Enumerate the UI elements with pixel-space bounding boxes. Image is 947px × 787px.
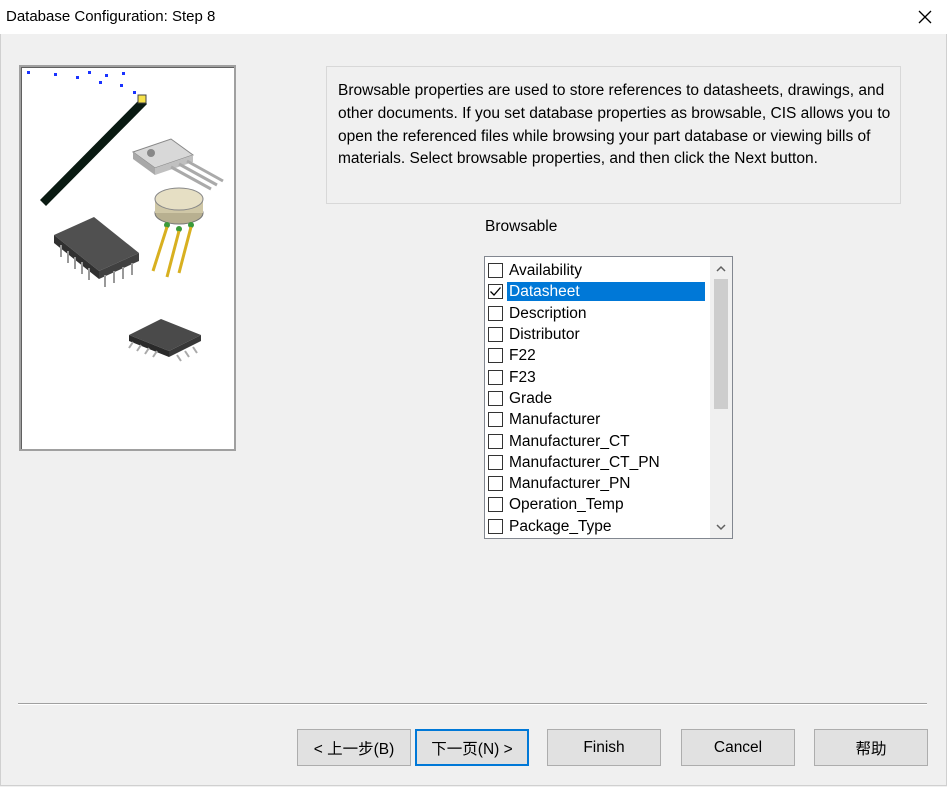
list-item[interactable]: Manufacturer_CT	[487, 430, 708, 451]
checkbox[interactable]	[488, 412, 503, 428]
list-item-label: Manufacturer_PN	[509, 475, 631, 493]
browsable-list: Availability Datasheet Description Distr…	[487, 260, 708, 537]
checkbox[interactable]	[488, 284, 503, 300]
title-bar: Database Configuration: Step 8	[0, 0, 947, 34]
list-item-label: Description	[509, 304, 587, 322]
list-item[interactable]: Manufacturer	[487, 409, 708, 430]
scroll-up-button[interactable]	[710, 259, 732, 277]
list-item-label: Distributor	[509, 326, 580, 344]
button-separator	[18, 703, 927, 705]
checkbox[interactable]	[488, 369, 503, 385]
list-item-label: Operation_Temp	[509, 496, 624, 514]
checkbox[interactable]	[488, 476, 503, 492]
checkmark-icon	[490, 287, 501, 297]
list-item[interactable]: Grade	[487, 388, 708, 409]
list-item-label: Manufacturer	[509, 411, 601, 429]
list-item-label: F23	[509, 368, 536, 386]
list-item[interactable]: Manufacturer_CT_PN	[487, 452, 708, 473]
next-button[interactable]: 下一页(N) >	[415, 729, 529, 766]
checkbox[interactable]	[488, 263, 503, 279]
list-item[interactable]: Operation_Temp	[487, 494, 708, 515]
list-item[interactable]: Manufacturer_PN	[487, 473, 708, 494]
checkbox[interactable]	[488, 518, 503, 534]
scroll-down-button[interactable]	[710, 518, 732, 536]
list-item[interactable]: Availability	[487, 260, 708, 281]
finish-button[interactable]: Finish	[547, 729, 661, 766]
list-item-label: Package_Type	[509, 517, 612, 535]
checkbox[interactable]	[488, 390, 503, 406]
close-button[interactable]	[911, 3, 939, 31]
browsable-label: Browsable	[485, 218, 558, 235]
list-item[interactable]: F23	[487, 366, 708, 387]
list-item-label: Grade	[509, 389, 553, 407]
checkbox[interactable]	[488, 348, 503, 364]
scrollbar-thumb[interactable]	[714, 279, 728, 409]
browsable-listbox[interactable]: Availability Datasheet Description Distr…	[484, 256, 733, 539]
list-item-label: F22	[509, 347, 536, 365]
vertical-scrollbar[interactable]	[710, 257, 732, 538]
back-button[interactable]: < 上一步(B)	[297, 729, 411, 766]
help-button[interactable]: 帮助	[814, 729, 928, 766]
list-item[interactable]: F22	[487, 345, 708, 366]
checkbox[interactable]	[488, 454, 503, 470]
chevron-down-icon	[716, 523, 726, 530]
info-text: Browsable properties are used to store r…	[338, 82, 891, 168]
wizard-illustration	[19, 65, 236, 451]
list-item[interactable]: Distributor	[487, 324, 708, 345]
electronic-components-image	[27, 71, 224, 362]
checkbox[interactable]	[488, 327, 503, 343]
list-item-label: Datasheet	[507, 282, 705, 302]
close-icon	[918, 10, 932, 24]
chevron-up-icon	[716, 265, 726, 272]
checkbox[interactable]	[488, 305, 503, 321]
list-item-label: Availability	[509, 262, 582, 280]
list-item[interactable]: Datasheet	[487, 281, 708, 302]
list-item-label: Manufacturer_CT	[509, 432, 630, 450]
window-title: Database Configuration: Step 8	[6, 8, 216, 25]
list-item[interactable]: Description	[487, 303, 708, 324]
checkbox[interactable]	[488, 497, 503, 513]
list-item[interactable]: Package_Type	[487, 516, 708, 537]
cancel-button[interactable]: Cancel	[681, 729, 795, 766]
info-panel: Browsable properties are used to store r…	[326, 66, 901, 204]
list-item-label: Manufacturer_CT_PN	[509, 453, 660, 471]
checkbox[interactable]	[488, 433, 503, 449]
